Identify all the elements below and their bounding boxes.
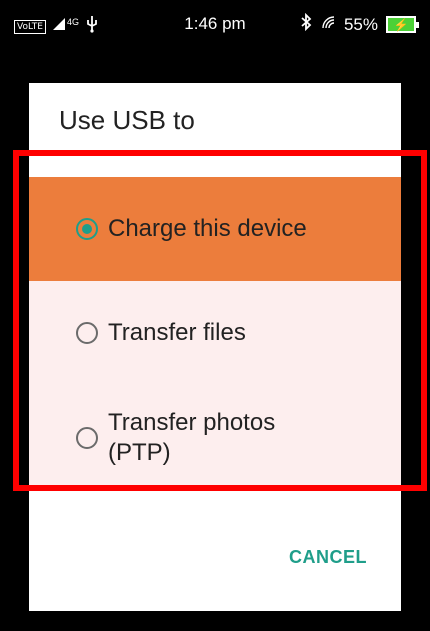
cancel-button[interactable]: CANCEL xyxy=(289,547,367,568)
status-bar-right: 55% ⚡ xyxy=(300,12,419,36)
option-label: Transfer files xyxy=(108,319,246,346)
radio-button[interactable] xyxy=(76,322,98,344)
option-label: Transfer photos (PTP) xyxy=(108,409,276,466)
option-transfer-files[interactable]: Transfer files xyxy=(29,281,401,385)
charging-bolt-icon: ⚡ xyxy=(393,17,409,32)
option-charge-this-device[interactable]: Charge this device xyxy=(29,177,401,281)
dialog-title: Use USB to xyxy=(59,105,195,135)
option-transfer-photos[interactable]: Transfer photos (PTP) xyxy=(29,385,401,491)
status-bar: VoLTE 4G 1:46 pm 55% ⚡ xyxy=(0,0,430,52)
bluetooth-icon xyxy=(300,12,312,36)
radio-button[interactable] xyxy=(76,427,98,449)
wifi-calling-icon xyxy=(320,14,336,35)
usb-mode-dialog: Use USB to Charge this device Transfer f… xyxy=(29,83,401,611)
battery-percentage: 55% xyxy=(343,14,378,34)
battery-charging-icon: ⚡ xyxy=(386,16,419,33)
radio-button-selected[interactable] xyxy=(76,218,98,240)
option-label: Charge this device xyxy=(108,215,307,242)
